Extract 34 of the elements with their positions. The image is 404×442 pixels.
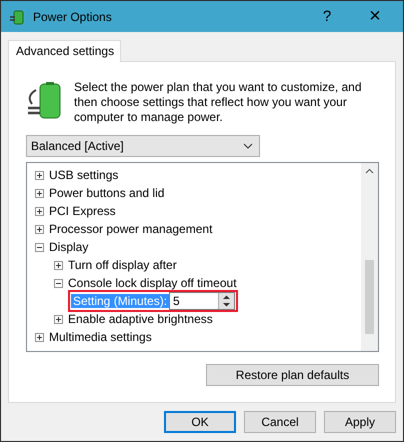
tree-item[interactable]: Enable adaptive brightness — [68, 312, 213, 326]
collapse-icon[interactable] — [35, 242, 44, 252]
tree-item[interactable]: USB settings — [49, 168, 118, 182]
tree-item[interactable]: Multimedia settings — [49, 330, 152, 344]
expand-icon[interactable] — [35, 170, 44, 180]
restore-defaults-button[interactable]: Restore plan defaults — [206, 364, 379, 386]
collapse-icon[interactable] — [54, 278, 63, 288]
chevron-down-icon — [243, 143, 253, 149]
tree-item[interactable]: Power buttons and lid — [49, 186, 164, 200]
tree-item[interactable]: Turn off display after — [68, 258, 177, 272]
description-text: Select the power plan that you want to customize, and then choose settings that reflect how you want your computer to manage power. — [74, 80, 363, 125]
scroll-thumb[interactable] — [365, 260, 374, 334]
window-title: Power Options — [33, 10, 113, 24]
tree-item[interactable]: Console lock display off timeout — [68, 276, 237, 290]
minutes-spinner[interactable]: 5 — [169, 292, 236, 310]
scrollbar[interactable] — [361, 163, 378, 351]
expand-icon[interactable] — [35, 332, 44, 342]
tree-item[interactable]: PCI Express — [49, 204, 116, 218]
setting-label: Setting (Minutes): — [71, 294, 170, 308]
close-button[interactable]: × — [355, 1, 395, 32]
battery-plug-icon — [9, 8, 25, 24]
tab[interactable]: Advanced settings — [8, 40, 122, 62]
expand-icon[interactable] — [54, 260, 63, 270]
help-button[interactable]: ? — [307, 1, 347, 32]
expand-icon[interactable] — [35, 206, 44, 216]
dialog-button[interactable]: Apply — [324, 411, 396, 433]
dialog-button[interactable]: OK — [164, 411, 236, 433]
expand-icon[interactable] — [35, 188, 44, 198]
dialog-button[interactable]: Cancel — [244, 411, 316, 433]
expand-icon[interactable] — [35, 224, 44, 234]
tree-item[interactable]: Processor power management — [49, 222, 212, 236]
plan-dropdown[interactable]: Balanced [Active] — [26, 135, 260, 157]
tree-item[interactable]: Display — [49, 240, 88, 254]
expand-icon[interactable] — [54, 314, 63, 324]
